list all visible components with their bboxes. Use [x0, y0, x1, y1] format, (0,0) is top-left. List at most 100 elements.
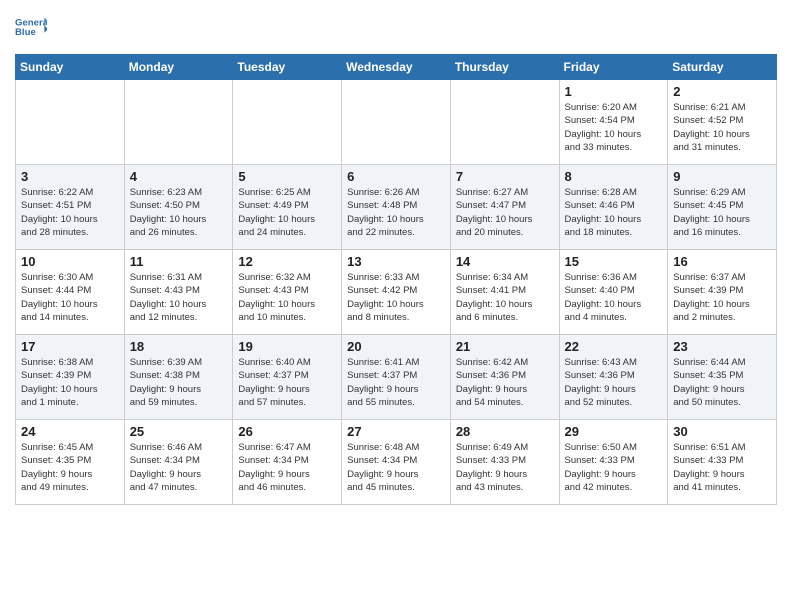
day-number: 15	[565, 254, 663, 269]
day-number: 1	[565, 84, 663, 99]
calendar-cell: 13 Sunrise: 6:33 AM Sunset: 4:42 PM Dayli…	[342, 250, 451, 335]
weekday-header-monday: Monday	[124, 55, 233, 80]
weekday-header-sunday: Sunday	[16, 55, 125, 80]
calendar-cell: 3Sunrise: 6:22 AM Sunset: 4:51 PM Daylig…	[16, 165, 125, 250]
calendar-cell: 18 Sunrise: 6:39 AM Sunset: 4:38 PM Dayli…	[124, 335, 233, 420]
day-info: Sunrise: 6:26 AM Sunset: 4:48 PM Dayligh…	[347, 186, 445, 239]
calendar-cell: 10 Sunrise: 6:30 AM Sunset: 4:44 PM Dayli…	[16, 250, 125, 335]
calendar-cell	[16, 80, 125, 165]
day-number: 16	[673, 254, 771, 269]
weekday-header-friday: Friday	[559, 55, 668, 80]
day-info: Sunrise: 6:43 AM Sunset: 4:36 PM Dayligh…	[565, 356, 663, 409]
day-info: Sunrise: 6:20 AM Sunset: 4:54 PM Dayligh…	[565, 101, 663, 154]
day-info: Sunrise: 6:32 AM Sunset: 4:43 PM Dayligh…	[238, 271, 336, 324]
day-info: Sunrise: 6:22 AM Sunset: 4:51 PM Dayligh…	[21, 186, 119, 239]
page-header: General Blue	[15, 10, 777, 46]
calendar-cell: 19Sunrise: 6:40 AM Sunset: 4:37 PM Dayli…	[233, 335, 342, 420]
day-info: Sunrise: 6:45 AM Sunset: 4:35 PM Dayligh…	[21, 441, 119, 494]
day-number: 23	[673, 339, 771, 354]
day-info: Sunrise: 6:37 AM Sunset: 4:39 PM Dayligh…	[673, 271, 771, 324]
calendar-cell: 9 Sunrise: 6:29 AM Sunset: 4:45 PM Daylig…	[668, 165, 777, 250]
day-info: Sunrise: 6:47 AM Sunset: 4:34 PM Dayligh…	[238, 441, 336, 494]
day-number: 30	[673, 424, 771, 439]
day-number: 4	[130, 169, 228, 184]
day-number: 10	[21, 254, 119, 269]
day-info: Sunrise: 6:48 AM Sunset: 4:34 PM Dayligh…	[347, 441, 445, 494]
day-number: 11	[130, 254, 228, 269]
day-number: 27	[347, 424, 445, 439]
day-number: 21	[456, 339, 554, 354]
day-info: Sunrise: 6:21 AM Sunset: 4:52 PM Dayligh…	[673, 101, 771, 154]
calendar-cell: 14 Sunrise: 6:34 AM Sunset: 4:41 PM Dayli…	[450, 250, 559, 335]
day-info: Sunrise: 6:30 AM Sunset: 4:44 PM Dayligh…	[21, 271, 119, 324]
calendar-cell	[342, 80, 451, 165]
day-info: Sunrise: 6:50 AM Sunset: 4:33 PM Dayligh…	[565, 441, 663, 494]
day-info: Sunrise: 6:29 AM Sunset: 4:45 PM Dayligh…	[673, 186, 771, 239]
day-info: Sunrise: 6:28 AM Sunset: 4:46 PM Dayligh…	[565, 186, 663, 239]
day-number: 28	[456, 424, 554, 439]
calendar-cell: 5 Sunrise: 6:25 AM Sunset: 4:49 PM Daylig…	[233, 165, 342, 250]
logo: General Blue	[15, 10, 47, 46]
day-number: 26	[238, 424, 336, 439]
calendar-cell: 7 Sunrise: 6:27 AM Sunset: 4:47 PM Daylig…	[450, 165, 559, 250]
day-info: Sunrise: 6:23 AM Sunset: 4:50 PM Dayligh…	[130, 186, 228, 239]
calendar-week-row: 24 Sunrise: 6:45 AM Sunset: 4:35 PM Dayli…	[16, 420, 777, 505]
day-number: 13	[347, 254, 445, 269]
calendar-cell: 26 Sunrise: 6:47 AM Sunset: 4:34 PM Dayli…	[233, 420, 342, 505]
calendar-week-row: 17Sunrise: 6:38 AM Sunset: 4:39 PM Dayli…	[16, 335, 777, 420]
calendar-cell: 29 Sunrise: 6:50 AM Sunset: 4:33 PM Dayli…	[559, 420, 668, 505]
day-info: Sunrise: 6:36 AM Sunset: 4:40 PM Dayligh…	[565, 271, 663, 324]
day-info: Sunrise: 6:33 AM Sunset: 4:42 PM Dayligh…	[347, 271, 445, 324]
day-number: 20	[347, 339, 445, 354]
day-number: 29	[565, 424, 663, 439]
weekday-header-thursday: Thursday	[450, 55, 559, 80]
day-number: 6	[347, 169, 445, 184]
day-number: 25	[130, 424, 228, 439]
day-number: 8	[565, 169, 663, 184]
calendar-cell: 2 Sunrise: 6:21 AM Sunset: 4:52 PM Daylig…	[668, 80, 777, 165]
day-info: Sunrise: 6:31 AM Sunset: 4:43 PM Dayligh…	[130, 271, 228, 324]
calendar-cell: 28Sunrise: 6:49 AM Sunset: 4:33 PM Dayli…	[450, 420, 559, 505]
calendar-cell: 20Sunrise: 6:41 AM Sunset: 4:37 PM Dayli…	[342, 335, 451, 420]
day-number: 18	[130, 339, 228, 354]
calendar-cell: 17Sunrise: 6:38 AM Sunset: 4:39 PM Dayli…	[16, 335, 125, 420]
day-number: 5	[238, 169, 336, 184]
day-number: 12	[238, 254, 336, 269]
day-number: 24	[21, 424, 119, 439]
calendar-cell: 27 Sunrise: 6:48 AM Sunset: 4:34 PM Dayli…	[342, 420, 451, 505]
calendar-cell: 12 Sunrise: 6:32 AM Sunset: 4:43 PM Dayli…	[233, 250, 342, 335]
day-number: 14	[456, 254, 554, 269]
calendar-cell: 4 Sunrise: 6:23 AM Sunset: 4:50 PM Daylig…	[124, 165, 233, 250]
calendar-cell	[233, 80, 342, 165]
calendar-table: SundayMondayTuesdayWednesdayThursdayFrid…	[15, 54, 777, 505]
calendar-cell: 21 Sunrise: 6:42 AM Sunset: 4:36 PM Dayli…	[450, 335, 559, 420]
calendar-cell: 8 Sunrise: 6:28 AM Sunset: 4:46 PM Daylig…	[559, 165, 668, 250]
svg-text:Blue: Blue	[15, 27, 36, 38]
calendar-cell: 22 Sunrise: 6:43 AM Sunset: 4:36 PM Dayli…	[559, 335, 668, 420]
day-info: Sunrise: 6:44 AM Sunset: 4:35 PM Dayligh…	[673, 356, 771, 409]
calendar-cell: 11 Sunrise: 6:31 AM Sunset: 4:43 PM Dayli…	[124, 250, 233, 335]
day-info: Sunrise: 6:34 AM Sunset: 4:41 PM Dayligh…	[456, 271, 554, 324]
logo-svg: General Blue	[15, 10, 47, 46]
day-info: Sunrise: 6:42 AM Sunset: 4:36 PM Dayligh…	[456, 356, 554, 409]
calendar-cell: 15 Sunrise: 6:36 AM Sunset: 4:40 PM Dayli…	[559, 250, 668, 335]
day-number: 17	[21, 339, 119, 354]
calendar-cell: 1 Sunrise: 6:20 AM Sunset: 4:54 PM Daylig…	[559, 80, 668, 165]
day-number: 9	[673, 169, 771, 184]
calendar-cell: 23 Sunrise: 6:44 AM Sunset: 4:35 PM Dayli…	[668, 335, 777, 420]
calendar-week-row: 1 Sunrise: 6:20 AM Sunset: 4:54 PM Daylig…	[16, 80, 777, 165]
day-info: Sunrise: 6:27 AM Sunset: 4:47 PM Dayligh…	[456, 186, 554, 239]
day-number: 7	[456, 169, 554, 184]
calendar-cell: 6 Sunrise: 6:26 AM Sunset: 4:48 PM Daylig…	[342, 165, 451, 250]
day-number: 19	[238, 339, 336, 354]
day-number: 2	[673, 84, 771, 99]
day-info: Sunrise: 6:39 AM Sunset: 4:38 PM Dayligh…	[130, 356, 228, 409]
day-info: Sunrise: 6:46 AM Sunset: 4:34 PM Dayligh…	[130, 441, 228, 494]
weekday-header-wednesday: Wednesday	[342, 55, 451, 80]
day-info: Sunrise: 6:51 AM Sunset: 4:33 PM Dayligh…	[673, 441, 771, 494]
weekday-header-row: SundayMondayTuesdayWednesdayThursdayFrid…	[16, 55, 777, 80]
day-info: Sunrise: 6:25 AM Sunset: 4:49 PM Dayligh…	[238, 186, 336, 239]
day-number: 22	[565, 339, 663, 354]
calendar-cell: 25 Sunrise: 6:46 AM Sunset: 4:34 PM Dayli…	[124, 420, 233, 505]
calendar-week-row: 10 Sunrise: 6:30 AM Sunset: 4:44 PM Dayli…	[16, 250, 777, 335]
